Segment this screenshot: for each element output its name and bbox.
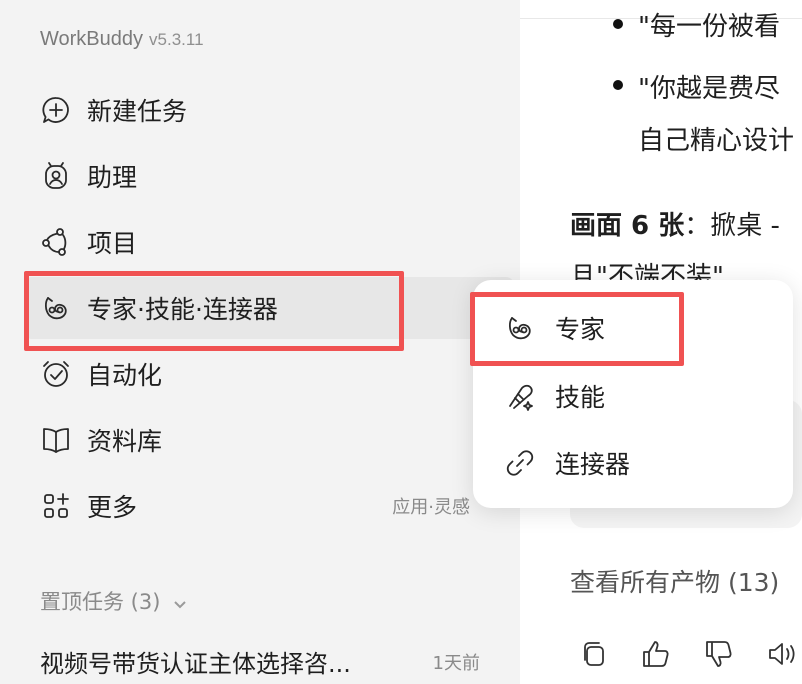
app-name: WorkBuddy <box>40 28 144 50</box>
speaker-icon[interactable] <box>765 638 797 670</box>
sidebar-item-label: 自动化 <box>87 361 163 390</box>
sidebar-item-more[interactable]: 更多 应用·灵感 <box>24 475 514 537</box>
sidebar-item-library[interactable]: 资料库 <box>24 409 514 471</box>
chevron-down-icon <box>172 593 188 609</box>
content-text: 自己精心设计 <box>638 126 795 156</box>
pinned-tasks-header[interactable]: 置顶任务 (3) <box>40 586 188 616</box>
app-title: WorkBuddy v5.3.11 <box>40 28 204 51</box>
sidebar-item-automation[interactable]: 自动化 <box>24 343 514 405</box>
new-task-icon <box>39 93 73 127</box>
sidebar-item-label: 资料库 <box>87 427 163 456</box>
sidebar-item-label: 专家·技能·连接器 <box>87 295 278 324</box>
submenu-item-skill[interactable]: 技能 <box>503 374 605 418</box>
thumbs-up-icon[interactable] <box>640 638 672 670</box>
alarm-clock-icon <box>39 357 73 391</box>
sidebar-item-new-task[interactable]: 新建任务 <box>24 79 514 141</box>
submenu-item-label: 专家 <box>555 315 606 344</box>
content-text: "每一份被看 <box>638 12 780 42</box>
pinned-task-row[interactable]: 视频号带货认证主体选择咨... 1天前 <box>40 644 480 679</box>
content-bold: 画面 6 张 <box>570 211 685 241</box>
apps-grid-icon <box>39 489 73 523</box>
skill-icon <box>503 379 537 413</box>
submenu-item-label: 技能 <box>555 383 606 412</box>
expert-icon <box>39 291 73 325</box>
sidebar-item-experts-skills-connectors[interactable]: 专家·技能·连接器 <box>24 277 514 339</box>
app-version: v5.3.11 <box>149 30 204 49</box>
expert-icon <box>503 311 537 345</box>
sidebar-item-label: 项目 <box>87 229 138 258</box>
book-icon <box>39 423 73 457</box>
sidebar-item-label: 助理 <box>87 163 138 192</box>
content-paragraph: 画面 6 张：掀桌 - <box>570 205 780 242</box>
pinned-task-date: 1天前 <box>432 652 480 674</box>
copy-icon[interactable] <box>578 638 610 670</box>
experts-submenu-popup: 专家 技能 连接器 <box>473 280 793 508</box>
sidebar-item-label: 新建任务 <box>87 97 188 126</box>
sidebar-item-sublabel: 应用·灵感 <box>392 497 470 518</box>
pinned-tasks-title: 置顶任务 (3) <box>40 590 161 614</box>
sidebar-item-project[interactable]: 项目 <box>24 211 514 273</box>
bullet <box>613 80 623 90</box>
sidebar-item-assistant[interactable]: 助理 <box>24 145 514 207</box>
submenu-item-label: 连接器 <box>555 450 631 479</box>
submenu-item-expert[interactable]: 专家 <box>503 306 605 350</box>
bullet <box>613 19 623 29</box>
pinned-task-title: 视频号带货认证主体选择咨... <box>40 650 351 678</box>
sidebar-item-label: 更多 <box>87 493 138 522</box>
content-text: ：掀桌 - <box>684 211 780 241</box>
submenu-item-connector[interactable]: 连接器 <box>503 441 630 485</box>
sidebar: WorkBuddy v5.3.11 新建任务 助理 项目 专家·技能·连接器 自动… <box>0 0 520 684</box>
content-text: "你越是费尽 <box>638 74 780 104</box>
view-all-artifacts-link[interactable]: 查看所有产物 (13) <box>570 563 779 599</box>
assistant-icon <box>39 159 73 193</box>
project-icon <box>39 225 73 259</box>
link-icon <box>503 446 537 480</box>
thumbs-down-icon[interactable] <box>703 638 735 670</box>
